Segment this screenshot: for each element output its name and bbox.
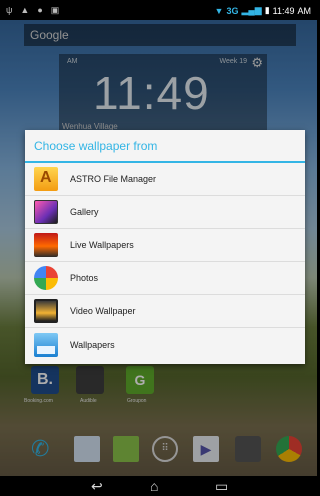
home-screen: ψ ▲ ● ▣ ▼ 3G ▂▄▆ ▮ 11:49 AM Google AM We…	[0, 0, 317, 496]
usb-icon: ψ	[6, 5, 13, 15]
option-label: Wallpapers	[70, 339, 115, 350]
system-icons: ▼ 3G ▂▄▆ ▮ 11:49 AM	[215, 5, 311, 16]
back-icon[interactable]: ↩	[91, 478, 103, 494]
image-icon: ▣	[50, 5, 60, 15]
dialog-title: Choose wallpaper from	[25, 130, 305, 163]
option-video-wallpaper[interactable]: Video Wallpaper	[25, 295, 305, 328]
status-bar: ψ ▲ ● ▣ ▼ 3G ▂▄▆ ▮ 11:49 AM	[0, 0, 317, 20]
status-time: 11:49	[272, 5, 295, 16]
live-wallpapers-icon	[34, 233, 58, 257]
battery-icon: ▮	[264, 5, 270, 15]
home-icon[interactable]: ⌂	[150, 478, 158, 494]
option-wallpapers[interactable]: Wallpapers	[25, 328, 305, 361]
notification-icon: ▲	[20, 5, 30, 15]
wifi-icon: ▼	[214, 5, 224, 16]
option-label: ASTRO File Manager	[70, 174, 157, 184]
recent-apps-icon[interactable]: ▭	[215, 478, 228, 494]
option-label: Live Wallpapers	[70, 240, 134, 250]
navigation-bar: ↩ ⌂ ▭	[0, 476, 317, 496]
gallery-icon	[34, 200, 58, 224]
network-type: 3G	[226, 5, 239, 16]
wallpaper-chooser-dialog: Choose wallpaper from ASTRO File Manager…	[25, 130, 305, 364]
option-label: Photos	[70, 273, 99, 283]
astro-icon	[34, 167, 58, 191]
video-wallpaper-icon	[34, 299, 58, 323]
option-astro-file-manager[interactable]: ASTRO File Manager	[25, 163, 305, 196]
status-ampm: AM	[297, 5, 312, 16]
photos-icon	[34, 266, 58, 290]
option-gallery[interactable]: Gallery	[25, 196, 305, 229]
app-notification-icon: ●	[37, 5, 43, 15]
notification-icons: ψ ▲ ● ▣	[6, 5, 59, 16]
wallpapers-icon	[34, 332, 58, 357]
option-live-wallpapers[interactable]: Live Wallpapers	[25, 229, 305, 262]
option-photos[interactable]: Photos	[25, 262, 305, 295]
signal-icon: ▂▄▆	[241, 5, 262, 15]
option-label: Gallery	[70, 207, 99, 217]
option-label: Video Wallpaper	[70, 306, 136, 316]
